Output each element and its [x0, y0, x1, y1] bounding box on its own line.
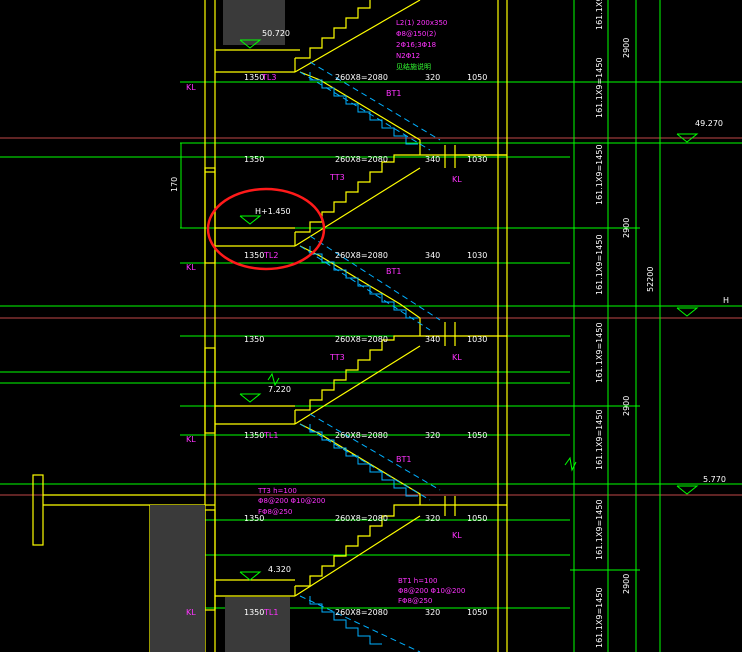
note-bt1-2: Φ8@200 Φ10@200: [398, 587, 465, 595]
total-2900: 2900: [622, 574, 631, 594]
tag-kl: KL: [452, 175, 462, 184]
dim-2080: 260X8=2080: [335, 73, 388, 82]
dim-2080: 260X8=2080: [335, 251, 388, 260]
dim-1350: 1350: [244, 335, 264, 344]
note-l2-2: Φ8@150(2): [396, 30, 437, 38]
tag-tl1: TL1: [263, 431, 278, 440]
dim-1350: 1350: [244, 608, 264, 617]
riser-spec: 161.1X9=1450: [595, 409, 604, 470]
dim-1030: 1030: [467, 251, 487, 260]
dimension-texts: 1350 260X8=2080 320 1050 1350 260X8=2080…: [170, 73, 487, 617]
dim-320: 320: [425, 608, 440, 617]
axis-lines: [0, 137, 742, 496]
wall-outlines: [32, 0, 508, 652]
dim-1030: 1030: [467, 335, 487, 344]
hatched-areas: [150, 0, 290, 652]
total-2900: 2900: [622, 396, 631, 416]
dim-340: 340: [425, 335, 440, 344]
riser-spec: 161.1X9=1450: [595, 322, 604, 383]
elevation-h: H: [723, 296, 729, 305]
dim-1350: 1350: [244, 431, 264, 440]
tag-kl: KL: [186, 608, 196, 617]
dim-1050: 1050: [467, 608, 487, 617]
dim-1050: 1050: [467, 431, 487, 440]
tag-bt1: BT1: [396, 455, 411, 464]
note-l2-3: 2Φ16;3Φ18: [396, 41, 436, 49]
dim-1350: 1350: [244, 251, 264, 260]
tag-kl: KL: [452, 353, 462, 362]
dim-2080: 260X8=2080: [335, 514, 388, 523]
riser-spec: 161.1X9=1450: [595, 499, 604, 560]
tag-tl1: TL1: [263, 608, 278, 617]
dim-2080: 260X8=2080: [335, 608, 388, 617]
elevation-5-770: 5.770: [703, 475, 726, 484]
note-bt1-1: BT1 h=100: [398, 577, 437, 585]
dim-2080: 260X8=2080: [335, 155, 388, 164]
riser-spec: 161.1X9=1450: [595, 144, 604, 205]
note-bt1-3: FΦ8@250: [398, 597, 432, 605]
tag-bt1: BT1: [386, 89, 401, 98]
note-l2-4: N2Φ12: [396, 52, 420, 60]
cad-drawing: 1350 260X8=2080 320 1050 1350 260X8=2080…: [0, 0, 742, 652]
dim-170: 170: [170, 177, 179, 192]
elevation-texts: 50.720 H+1.450 7.220 4.320 49.270 H 5.77…: [255, 29, 729, 574]
tag-kl: KL: [186, 263, 196, 272]
note-l2-1: L2(1) 200x350: [396, 19, 447, 27]
note-tt3-2: Φ8@200 Φ10@200: [258, 497, 325, 505]
note-tt3-3: FΦ8@250: [258, 508, 292, 516]
tag-tl3: TL3: [261, 73, 276, 82]
dim-340: 340: [425, 155, 440, 164]
dim-1050: 1050: [467, 514, 487, 523]
note-green: 见结施说明: [396, 62, 431, 71]
total-2900: 2900: [622, 218, 631, 238]
dim-320: 320: [425, 431, 440, 440]
dim-320: 320: [425, 514, 440, 523]
vertical-dimension-texts: 161.1X9=1450 161.1X9=1450 161.1X9=1450 1…: [595, 0, 655, 648]
riser-spec: 161.1X9=1450: [595, 234, 604, 295]
elevation-49-270: 49.270: [695, 119, 723, 128]
dim-1050: 1050: [467, 73, 487, 82]
tag-kl: KL: [186, 83, 196, 92]
cad-viewport[interactable]: 1350 260X8=2080 320 1050 1350 260X8=2080…: [0, 0, 742, 652]
dim-1030: 1030: [467, 155, 487, 164]
elevation-50-720: 50.720: [262, 29, 290, 38]
elevation-h-1450: H+1.450: [255, 207, 291, 216]
dim-2080: 260X8=2080: [335, 335, 388, 344]
tag-bt1: BT1: [386, 267, 401, 276]
riser-spec: 161.1X9=1450: [595, 587, 604, 648]
dim-340: 340: [425, 251, 440, 260]
tag-tt3: TT3: [329, 173, 345, 182]
riser-spec: 161.1X9=1450: [595, 0, 604, 30]
elevation-7-220: 7.220: [268, 385, 291, 394]
tag-kl: KL: [186, 435, 196, 444]
dimension-lines: [0, 0, 742, 652]
note-tt3-1: TT3 h=100: [257, 487, 297, 495]
total-2900: 2900: [622, 38, 631, 58]
dim-1350: 1350: [244, 155, 264, 164]
elevation-4-320: 4.320: [268, 565, 291, 574]
total-52200: 52200: [646, 267, 655, 292]
dim-2080: 260X8=2080: [335, 431, 388, 440]
riser-spec: 161.1X9=1450: [595, 57, 604, 118]
tag-kl: KL: [452, 531, 462, 540]
tag-tl2: TL2: [263, 251, 278, 260]
dim-320: 320: [425, 73, 440, 82]
tag-tt3: TT3: [329, 353, 345, 362]
